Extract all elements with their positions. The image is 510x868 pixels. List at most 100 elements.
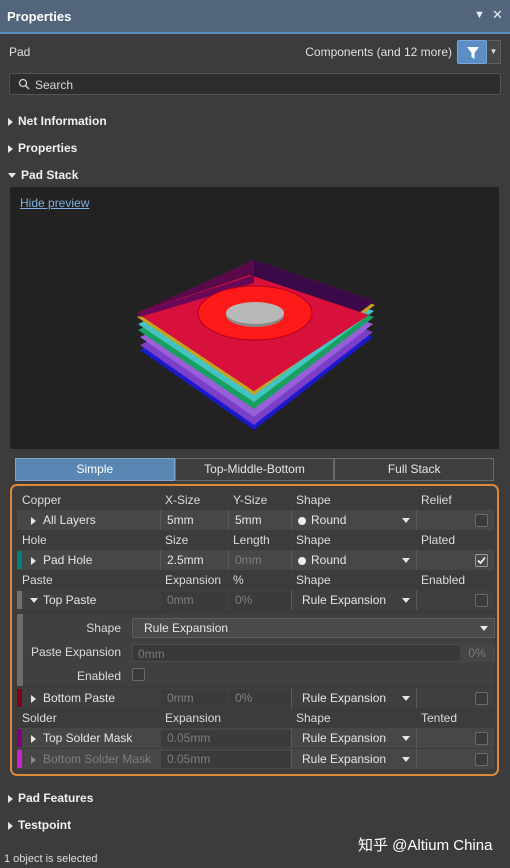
top-paste-color-swatch <box>17 591 22 609</box>
copper-header: Copper X-Size Y-Size Shape Relief <box>17 490 494 510</box>
chevron-down-icon[interactable] <box>402 757 410 762</box>
paste-shape-select[interactable]: Rule Expansion <box>302 590 386 610</box>
solder-header: Solder Expansion Shape Tented <box>17 708 494 728</box>
expand-icon[interactable] <box>31 688 41 708</box>
chevron-down-icon[interactable] <box>402 558 410 563</box>
filter-button[interactable] <box>457 40 487 64</box>
col-header: Enabled <box>421 573 466 587</box>
pad-3d-render <box>137 260 375 430</box>
shape-select[interactable]: Round <box>298 510 346 530</box>
round-shape-icon <box>298 517 306 525</box>
shape-label: Shape <box>86 621 121 635</box>
bottom-paste-color-swatch <box>17 689 22 707</box>
solder-name: Bottom Solder Mask <box>43 752 152 766</box>
chevron-down-icon[interactable] <box>402 696 410 701</box>
tab-simple[interactable]: Simple <box>15 458 175 481</box>
expand-icon[interactable] <box>31 749 41 769</box>
chevron-down-icon[interactable] <box>402 736 410 741</box>
filter-summary[interactable]: Components (and 12 more) <box>305 45 452 59</box>
bottom-paste-row[interactable]: Bottom Paste 0mm 0% Rule Expansion <box>17 688 494 708</box>
x-size-field[interactable]: 5mm <box>167 510 194 530</box>
section-net-information[interactable]: Net Information <box>8 114 107 128</box>
hole-row[interactable]: Pad Hole 2.5mm 0mm Round <box>17 550 494 570</box>
paste-detail-shape-value: Rule Expansion <box>144 621 229 635</box>
chevron-down-icon[interactable] <box>480 626 488 631</box>
section-testpoint[interactable]: Testpoint <box>8 818 71 832</box>
section-label: Properties <box>18 141 78 155</box>
paste-enabled-checkbox[interactable] <box>475 692 488 705</box>
bottom-solder-row[interactable]: Bottom Solder Mask 0.05mm Rule Expansion <box>17 749 494 769</box>
expand-icon <box>8 117 13 126</box>
section-label: Pad Stack <box>21 168 79 182</box>
col-header: Expansion <box>165 573 222 587</box>
col-header: Hole <box>22 533 47 547</box>
hole-size-field[interactable]: 2.5mm <box>167 550 204 570</box>
layer-name: All Layers <box>43 513 96 527</box>
col-header: Plated <box>421 533 456 547</box>
bottom-solder-color-swatch <box>17 750 22 768</box>
tented-checkbox[interactable] <box>475 753 488 766</box>
paste-detail-enabled-checkbox[interactable] <box>132 668 145 681</box>
paste-expansion-field: 0mm <box>167 691 194 705</box>
hole-length-field: 0mm <box>235 553 262 567</box>
solder-expansion-field: 0.05mm <box>167 731 211 745</box>
collapse-icon[interactable] <box>30 590 43 610</box>
hole-shape-select[interactable]: Round <box>298 550 346 570</box>
section-properties[interactable]: Properties <box>8 141 77 155</box>
collapse-icon <box>8 173 16 179</box>
search-icon <box>18 78 30 90</box>
expand-icon[interactable] <box>31 510 41 530</box>
chevron-down-icon[interactable] <box>402 598 410 603</box>
filter-icon <box>467 47 479 59</box>
solder-shape-select[interactable]: Rule Expansion <box>302 749 386 769</box>
top-solder-color-swatch <box>17 729 22 747</box>
y-size-field[interactable]: 5mm <box>235 510 262 530</box>
hole-header: Hole Size Length Shape Plated <box>17 530 494 550</box>
watermark: 知乎 @Altium China <box>358 837 493 854</box>
solder-name: Top Solder Mask <box>43 731 133 745</box>
paste-enabled-checkbox[interactable] <box>475 594 488 607</box>
col-header: Shape <box>296 711 331 725</box>
paste-expansion-value: 0mm <box>138 647 165 661</box>
top-paste-row[interactable]: Top Paste 0mm 0% Rule Expansion <box>17 590 494 610</box>
stack-mode-tabs: Simple Top-Middle-Bottom Full Stack <box>15 458 495 481</box>
expand-icon[interactable] <box>31 728 41 748</box>
panel-titlebar: Properties ▼ ✕ <box>0 0 510 34</box>
section-label: Pad Features <box>18 791 94 805</box>
enabled-label: Enabled <box>76 669 121 683</box>
col-header: Relief <box>421 493 452 507</box>
expand-icon <box>8 821 13 830</box>
col-header: Copper <box>22 493 62 507</box>
tented-checkbox[interactable] <box>475 732 488 745</box>
col-header: Size <box>165 533 189 547</box>
pin-dropdown-icon[interactable]: ▼ <box>474 9 485 21</box>
paste-expansion-percent: 0% <box>460 644 494 662</box>
paste-name: Bottom Paste <box>43 691 116 705</box>
object-type-label: Pad <box>9 45 31 59</box>
copper-row[interactable]: All Layers 5mm 5mm Round <box>17 510 494 530</box>
section-label: Testpoint <box>18 818 72 832</box>
solder-shape-select[interactable]: Rule Expansion <box>302 728 386 748</box>
tab-top-middle-bottom[interactable]: Top-Middle-Bottom <box>174 458 335 481</box>
paste-expansion-input: 0mm 0% <box>132 644 495 662</box>
pad-stack-preview: Hide preview <box>10 187 499 449</box>
filter-dropdown-button[interactable]: ▼ <box>487 40 501 64</box>
search-input[interactable]: Search <box>9 73 501 95</box>
section-pad-stack[interactable]: Pad Stack <box>8 168 78 182</box>
top-solder-row[interactable]: Top Solder Mask 0.05mm Rule Expansion <box>17 728 494 748</box>
tab-full-stack[interactable]: Full Stack <box>334 458 495 481</box>
expand-icon <box>8 144 13 153</box>
section-pad-features[interactable]: Pad Features <box>8 791 93 805</box>
close-icon[interactable]: ✕ <box>492 7 503 23</box>
chevron-down-icon[interactable] <box>402 518 410 523</box>
relief-checkbox[interactable] <box>475 514 488 527</box>
plated-checkbox[interactable] <box>475 554 488 567</box>
status-bar-text: 1 object is selected <box>4 853 98 865</box>
expand-icon <box>8 794 13 803</box>
paste-detail-shape-select[interactable]: Rule Expansion <box>132 618 495 638</box>
expand-icon[interactable] <box>31 550 41 570</box>
col-header: Tented <box>421 711 458 725</box>
panel-title: Properties <box>7 9 72 24</box>
paste-shape-select[interactable]: Rule Expansion <box>302 688 386 708</box>
pad-stack-grid: Copper X-Size Y-Size Shape Relief All La… <box>10 484 499 776</box>
